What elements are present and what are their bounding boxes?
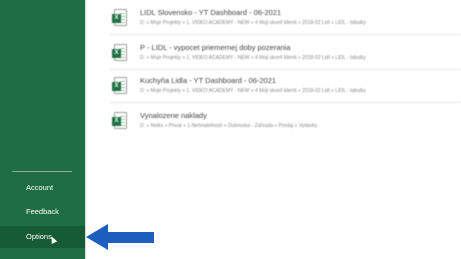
recent-file-row[interactable]: X LIDL Slovensko - YT Dashboard - 06-202… bbox=[110, 3, 461, 35]
recent-file-row[interactable]: X Vynalozene naklady D: » Neiko » Privat… bbox=[110, 106, 461, 136]
backstage-sidebar: Account Feedback Options bbox=[0, 0, 85, 259]
file-path: D: » Moje Projekty » 1. VIDEO ACADEMY - … bbox=[140, 88, 366, 94]
file-title: LIDL Slovensko - YT Dashboard - 06-2021 bbox=[140, 8, 282, 17]
file-title: P - LIDL - vypocet priemernej doby pozer… bbox=[140, 43, 291, 52]
excel-file-icon: X bbox=[112, 112, 127, 129]
sidebar-item-account[interactable]: Account bbox=[0, 177, 85, 199]
panel-divider bbox=[85, 0, 86, 259]
sidebar-item-feedback[interactable]: Feedback bbox=[0, 201, 85, 223]
file-path: D: » Moje Projekty » 1. VIDEO ACADEMY - … bbox=[140, 55, 366, 61]
file-path: D: » Moje Projekty » 1. VIDEO ACADEMY - … bbox=[140, 20, 366, 26]
file-path: D: » Neiko » Privat » 1-Nehnutelnosti » … bbox=[140, 123, 318, 129]
excel-file-icon: X bbox=[112, 77, 127, 94]
file-title: Kuchyňa Lidla - YT Dashboard - 06-2021 bbox=[140, 76, 277, 85]
sidebar-item-label: Options bbox=[26, 232, 52, 241]
recent-file-row[interactable]: X P - LIDL - vypocet priemernej doby poz… bbox=[110, 38, 461, 70]
arrow-pointer-icon bbox=[86, 224, 154, 250]
recent-file-row[interactable]: X Kuchyňa Lidla - YT Dashboard - 06-2021… bbox=[110, 71, 461, 103]
sidebar-item-options[interactable]: Options bbox=[0, 226, 85, 248]
sidebar-item-label: Account bbox=[26, 183, 54, 192]
sidebar-item-label: Feedback bbox=[26, 207, 59, 216]
file-title: Vynalozene naklady bbox=[140, 111, 207, 120]
sidebar-divider bbox=[12, 171, 72, 172]
excel-file-icon: X bbox=[112, 44, 127, 61]
excel-file-icon: X bbox=[112, 9, 127, 26]
